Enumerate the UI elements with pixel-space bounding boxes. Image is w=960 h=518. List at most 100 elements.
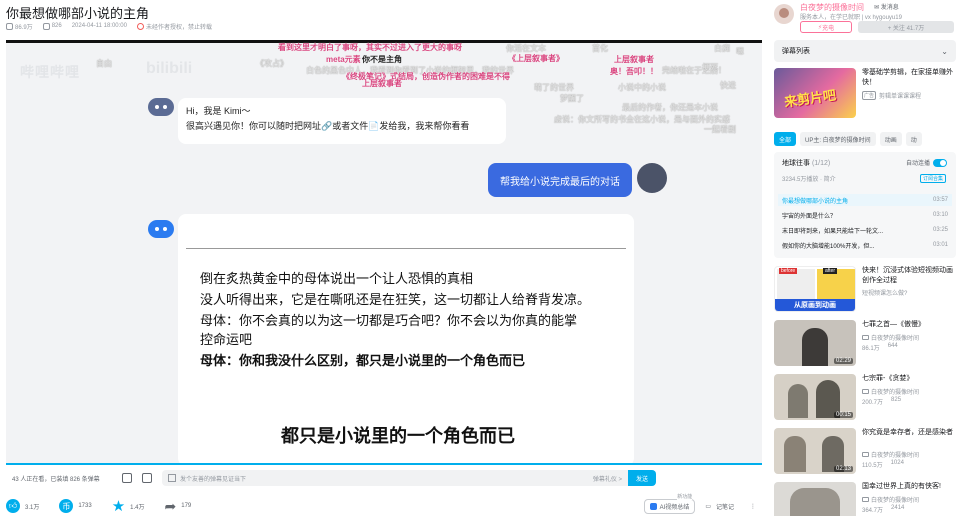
related-video[interactable]: before after 从原画到动画 快来！沉浸式体验短视频动画创作全过程 短…	[774, 266, 956, 316]
up-icon	[862, 497, 869, 502]
collection-title[interactable]: 地球往事 (1/12)	[782, 158, 830, 168]
ad-title[interactable]: 零基础学剪辑，在家接单赚外快！	[862, 68, 954, 88]
danmaku-item: 《上层叙事者》	[508, 54, 564, 63]
video-author[interactable]: 短视频课怎么做?	[862, 288, 907, 297]
bot-greeting: Hi，我是 Kimi～	[186, 106, 251, 116]
sidebar: 白夜梦的摄像时间 ✉ 发消息 服务本人，在学已就职 | vx hygouyu19…	[770, 0, 960, 518]
video-author[interactable]: 白夜梦的摄像时间	[862, 387, 919, 396]
follow-button[interactable]: + 关注 41.7万	[858, 21, 954, 33]
danmaku-settings-icon[interactable]	[142, 473, 152, 483]
video-duration: 02:13	[833, 466, 853, 472]
publish-date: 2024-04-11 18:00:00	[71, 23, 127, 29]
danmaku-item: 嗯	[736, 47, 744, 56]
video-thumbnail[interactable]: 02:29	[774, 320, 856, 366]
action-bar: 👍︎ 3.1万 币 1733 ★ 1.4万 ➦ 179 新功能 AI视频总结 ▭ 记笔记 …	[6, 492, 762, 516]
divider	[186, 248, 626, 249]
episode-item[interactable]: 你最想做哪部小说的主角 03:57	[778, 194, 952, 206]
notes-button[interactable]: ▭ 记笔记	[705, 502, 734, 511]
progress-bar[interactable]	[6, 463, 762, 465]
video-stats: 86.1万 644	[862, 343, 898, 352]
video-title[interactable]: 七罪之首—《傲慢》	[862, 320, 956, 330]
related-video[interactable]: 02:29 七罪之首—《傲慢》 白夜梦的摄像时间 86.1万 644	[774, 320, 956, 370]
video-thumbnail[interactable]	[774, 482, 856, 516]
note-icon: ▭	[705, 503, 711, 510]
related-video[interactable]: 00:15 七宗罪-《贪婪》 白夜梦的摄像时间 200.7万 825	[774, 374, 956, 424]
star-icon: ★	[111, 498, 126, 515]
send-message-link[interactable]: ✉ 发消息	[874, 2, 899, 11]
video-author[interactable]: 白夜梦的摄像时间	[862, 450, 919, 459]
tab-all[interactable]: 全部	[774, 132, 797, 146]
ai-summary-button[interactable]: 新功能 AI视频总结	[643, 492, 696, 514]
danmaku-toggle-icon[interactable]	[122, 473, 132, 483]
video-title[interactable]: 七宗罪-《贪婪》	[862, 374, 956, 384]
video-title[interactable]: 你究竟是幸存者，还是感染者	[862, 428, 956, 438]
more-icon[interactable]: ⋮	[750, 503, 756, 510]
danmaku-item: 梦醒了	[560, 94, 584, 103]
uploader-desc: 服务本人，在学已就职 | vx hygouyu19	[800, 15, 902, 21]
coin-button[interactable]: 币 1733	[59, 499, 92, 513]
danmaku-count: 826	[42, 22, 62, 30]
danmaku-item: 一起看剧	[704, 125, 736, 134]
danmaku-placeholder: 发个友善的弹幕见证当下	[180, 476, 247, 483]
up-icon	[862, 452, 869, 457]
share-button[interactable]: ➦ 179	[165, 498, 192, 515]
ad-thumbnail[interactable]: 来剪片吧	[774, 68, 856, 118]
answer-line: 控命运吧	[200, 332, 253, 347]
danmaku-item: 小说中的小说	[618, 83, 666, 92]
video-title[interactable]: 国幸过世界上真的有侠客!	[862, 482, 956, 492]
related-video[interactable]: 02:13 你究竟是幸存者，还是感染者 白夜梦的摄像时间 110.5万 1024	[774, 428, 956, 478]
main-column: 你最想做哪部小说的主角 86.9万 826 2024-04-11 18:00:0…	[0, 0, 762, 518]
danmaku-item: 梗死	[702, 63, 718, 72]
video-duration: 02:29	[833, 358, 853, 364]
tab-animation[interactable]: 动画	[879, 132, 902, 146]
repost-notice: 未经作者授权，禁止转载	[136, 22, 212, 31]
recommend-tabs: 全部 UP主: 白夜梦的摄像时间 动画 动	[774, 132, 922, 146]
related-video[interactable]: 国幸过世界上真的有侠客! 白夜梦的摄像时间 364.7万 2414	[774, 482, 956, 516]
video-player[interactable]: 哔哩哔哩 bilibili 看到这里才明白了事呀，其实不过进入了更大的事呀 你不…	[6, 40, 762, 464]
danmaku-item: 《攻占》	[256, 59, 288, 68]
thumb-figure	[790, 488, 840, 516]
font-style-icon[interactable]	[168, 474, 176, 482]
bot-greeting-bubble: Hi，我是 Kimi～ 很高兴遇见你！你可以随时把网址🔗或者文件📄发给我，我来帮…	[178, 98, 506, 144]
subscribe-collection-button[interactable]: 订阅合集	[920, 174, 947, 183]
thumb-figure	[784, 436, 806, 472]
episode-item[interactable]: 假如你的大脑增能100%开发，但... 03:01	[778, 239, 952, 251]
danmaku-item: 自由	[96, 59, 112, 68]
user-message-bubble: 帮我给小说完成最后的对话	[488, 163, 632, 197]
danmaku-item: meta元素	[326, 55, 361, 64]
episode-item[interactable]: 宇宙的外面是什么？ 03:10	[778, 209, 952, 221]
danmaku-item: 上层叙事者	[614, 55, 654, 64]
video-title[interactable]: 快来！沉浸式体验短视频动画创作全过程	[862, 266, 956, 286]
danmaku-list-toggle[interactable]: 弹幕列表 ⌄	[774, 40, 956, 62]
favorite-button[interactable]: ★ 1.4万	[112, 497, 145, 515]
tab-more[interactable]: 动	[905, 132, 922, 146]
send-button[interactable]: 发送	[628, 470, 656, 486]
danmaku-item: 你不是主角	[362, 55, 402, 64]
danmaku-item: 上层叙事者	[362, 79, 402, 88]
danmaku-input[interactable]: 发个友善的弹幕见证当下 弹幕礼仪 >	[162, 470, 628, 486]
thumb-figure	[788, 384, 808, 418]
share-arrow-icon: ➦	[164, 497, 177, 514]
tab-uploader[interactable]: UP主: 白夜梦的摄像时间	[800, 132, 876, 146]
toggle-switch[interactable]	[933, 158, 948, 167]
kimi-avatar-icon	[148, 220, 174, 238]
chevron-down-icon: ⌄	[941, 46, 948, 56]
video-thumbnail[interactable]: 02:13	[774, 428, 856, 474]
bilibili-watermark-logo: bilibili	[146, 60, 193, 77]
episode-item[interactable]: 末日即将到来，如果只能给下一轮文... 03:25	[778, 224, 952, 236]
kimi-avatar-icon	[148, 98, 174, 116]
collection-stats: 3234.5万播放 · 简介	[782, 177, 836, 183]
video-author[interactable]: 白夜梦的摄像时间	[862, 333, 919, 342]
uploader-avatar[interactable]	[774, 4, 794, 24]
video-author[interactable]: 白夜梦的摄像时间	[862, 495, 919, 504]
autoplay-toggle[interactable]: 自动连播	[906, 158, 948, 167]
collection-panel: 地球往事 (1/12) 自动连播 3234.5万播放 · 简介 订阅合集 你最想…	[774, 152, 956, 258]
danmaku-item: 白痴	[714, 44, 730, 53]
danmaku-etiquette-link[interactable]: 弹幕礼仪 >	[593, 474, 622, 483]
video-thumbnail[interactable]: before after 从原画到动画	[774, 266, 856, 312]
charge-button[interactable]: ⚡ 充电	[800, 21, 852, 33]
danmaku-item: 看到这里才明白了事呀，其实不过进入了更大的事呀	[278, 43, 462, 52]
answer-line: 母体：你和我没什么区别，都只是小说里的一个角色而已	[200, 353, 526, 368]
like-button[interactable]: 👍︎ 3.1万	[6, 499, 39, 513]
video-thumbnail[interactable]: 00:15	[774, 374, 856, 420]
